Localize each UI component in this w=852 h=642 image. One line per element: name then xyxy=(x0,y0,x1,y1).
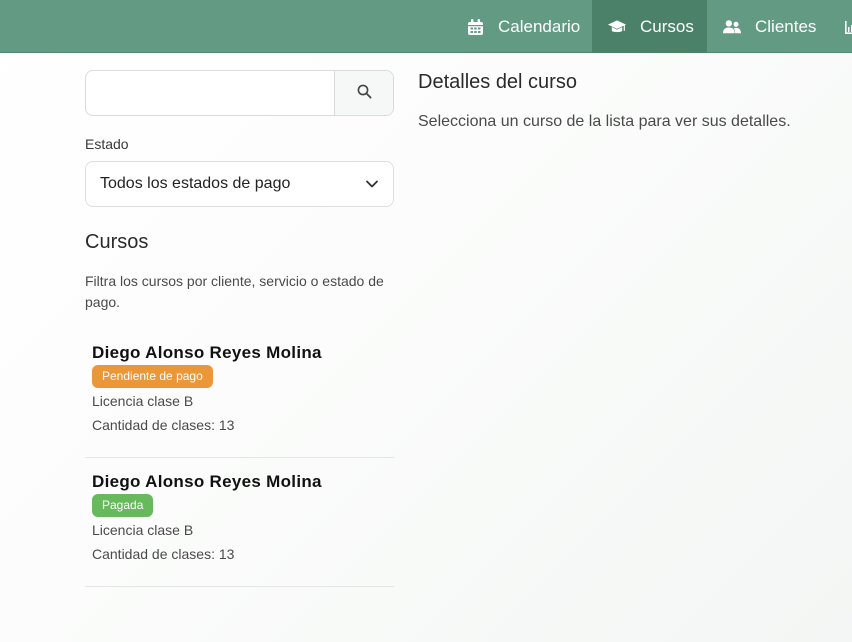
estado-selected-value: Todos los estados de pago xyxy=(100,175,291,192)
detail-title: Detalles del curso xyxy=(418,71,577,93)
course-list: Diego Alonso Reyes Molina Pendiente de p… xyxy=(85,329,394,587)
course-client-name: Diego Alonso Reyes Molina xyxy=(92,343,322,362)
nav-item-calendario[interactable]: Calendario xyxy=(466,0,580,53)
status-badge: Pendiente de pago xyxy=(92,365,213,388)
search-input[interactable] xyxy=(86,71,334,115)
nav-label: Calendario xyxy=(498,16,581,36)
course-service: Licencia clase B xyxy=(92,393,194,409)
nav-item-clientes[interactable]: Clientes xyxy=(723,0,816,53)
chart-icon xyxy=(843,19,852,35)
users-icon xyxy=(723,18,741,36)
estado-select[interactable]: Todos los estados de pago xyxy=(85,161,394,207)
course-service: Licencia clase B xyxy=(92,522,194,538)
cursos-description: Filtra los cursos por cliente, servicio … xyxy=(85,273,384,310)
top-navbar: Calendario Cursos Clientes xyxy=(0,0,852,53)
course-list-item[interactable]: Diego Alonso Reyes Molina Pagada Licenci… xyxy=(85,458,394,587)
status-badge: Pagada xyxy=(92,494,154,517)
nav-label: Cursos xyxy=(640,16,694,36)
nav-item-cursos[interactable]: Cursos xyxy=(592,0,707,53)
search-icon xyxy=(357,84,372,102)
course-class-count: Cantidad de clases: 13 xyxy=(92,546,235,562)
graduation-cap-icon xyxy=(608,18,626,36)
nav-label: Clientes xyxy=(755,16,817,36)
nav-item-overflow[interactable] xyxy=(843,0,852,53)
chevron-down-icon xyxy=(365,177,379,191)
estado-label: Estado xyxy=(85,136,129,152)
search-group xyxy=(85,70,394,116)
course-client-name: Diego Alonso Reyes Molina xyxy=(92,472,322,491)
course-class-count: Cantidad de clases: 13 xyxy=(92,417,235,433)
search-button[interactable] xyxy=(334,71,393,115)
calendar-icon xyxy=(466,18,484,36)
detail-empty-message: Selecciona un curso de la lista para ver… xyxy=(418,113,791,130)
cursos-heading: Cursos xyxy=(85,231,149,253)
course-list-item[interactable]: Diego Alonso Reyes Molina Pendiente de p… xyxy=(85,329,394,458)
